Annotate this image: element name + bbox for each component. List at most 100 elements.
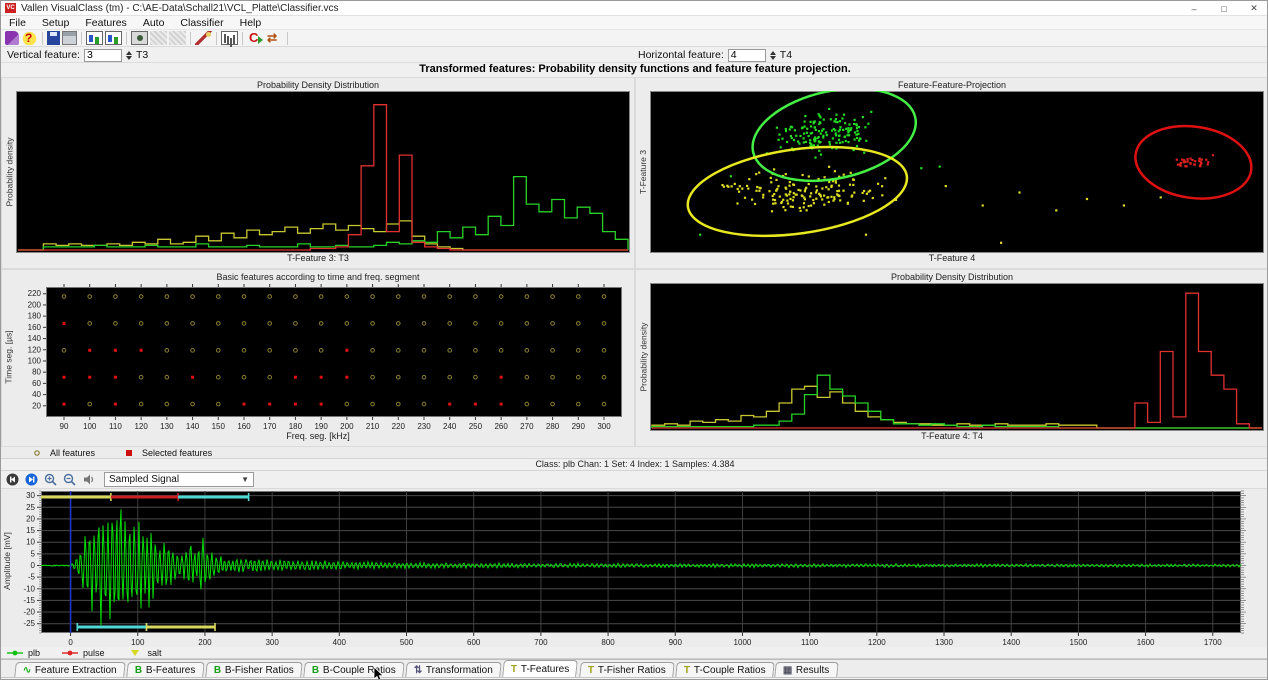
tab-b-couple-ratios[interactable]: BB-Couple Ratios [303,662,405,677]
print-icon[interactable] [62,31,77,45]
svg-text:160: 160 [237,422,251,431]
tab-transformation[interactable]: ⇅ Transformation [405,662,502,677]
prev-set-button[interactable] [5,472,20,487]
audio-icon[interactable] [81,472,96,487]
menu-help[interactable]: Help [232,17,270,29]
horizontal-feature-spinner[interactable] [770,51,776,60]
svg-text:150: 150 [212,422,226,431]
refresh-icon[interactable] [266,31,283,45]
minimize-button[interactable]: – [1179,1,1209,16]
save-icon[interactable] [47,31,60,45]
chevron-down-icon: ▼ [241,475,249,484]
svg-text:190: 190 [314,422,328,431]
svg-text:-25: -25 [23,619,35,628]
svg-text:-15: -15 [23,596,35,605]
waveform-chart[interactable]: 0100200300400500600700800900100011001200… [1,489,1268,647]
toolbar-separator [42,32,43,45]
menu-file[interactable]: File [1,17,34,29]
svg-text:0: 0 [68,638,73,647]
svg-text:200: 200 [198,638,212,647]
menu-features[interactable]: Features [77,17,134,29]
mouse-cursor [373,667,385,680]
pdd-t4-chart [650,283,1264,431]
svg-text:280: 280 [546,422,560,431]
page-title: Transformed features: Probability densit… [1,63,1268,77]
bottom-tab-bar: ∿ Feature Extraction BB-FeaturesBB-Fisher … [1,659,1268,677]
tab-b-fisher-ratios[interactable]: BB-Fisher Ratios [205,662,303,677]
wand-icon[interactable] [195,31,212,45]
ffp-title: Feature-Feature-Projection [636,78,1268,91]
tab-t-features[interactable]: T T-Features [502,660,578,677]
signal-select[interactable]: Sampled Signal ▼ [104,472,254,487]
camera-icon[interactable] [131,31,148,45]
tab-results[interactable]: ▦Results [775,662,839,677]
class-series-legend: plbpulsesalt [1,647,1268,659]
tab-label: T-Features [521,664,569,675]
tab-t-couple-ratios[interactable]: TT-Couple Ratios [675,662,774,677]
waveform-ylabel: Amplitude [mV] [0,489,14,633]
toolbar-separator [81,32,82,45]
book-icon[interactable] [5,31,19,45]
svg-text:290: 290 [572,422,586,431]
pdd-t4-panel: Probability Density Distribution Probabi… [635,269,1268,447]
svg-text:100: 100 [28,356,42,365]
T-tab-icon: T [511,664,517,675]
svg-text:20: 20 [32,401,41,410]
toolbar-separator [242,32,243,45]
graph2-icon[interactable] [105,31,122,45]
close-button[interactable]: ✕ [1239,1,1268,16]
next-set-button[interactable] [24,472,39,487]
window-title: Vallen VisualClass (tm) - C:\AE-Data\Sch… [21,3,339,14]
menu-auto[interactable]: Auto [135,17,173,29]
svg-text:1400: 1400 [1002,638,1020,647]
svg-text:-20: -20 [23,608,35,617]
transform-tab-icon: ⇅ [414,665,422,676]
hist-icon[interactable] [221,31,238,45]
app-window: VC Vallen VisualClass (tm) - C:\AE-Data\… [0,0,1268,680]
segment-grid-ylabel: Time seg. [µs] [2,283,16,431]
toolbar-separator [126,32,127,45]
dis1-icon[interactable] [150,31,167,45]
zoom-out-icon[interactable] [62,472,77,487]
tab-b-features[interactable]: BB-Features [126,662,204,677]
menu-classifier[interactable]: Classifier [172,17,231,29]
tab-t-fisher-ratios[interactable]: TT-Fisher Ratios [579,662,674,677]
wave-tab-icon: ∿ [23,665,31,676]
svg-text:200: 200 [28,300,42,309]
menu-setup[interactable]: Setup [34,17,77,29]
horizontal-feature-input[interactable] [728,49,766,62]
help-icon[interactable] [21,31,38,45]
tab-label: Transformation [426,665,493,676]
B-tab-icon: B [214,665,221,676]
svg-text:400: 400 [333,638,347,647]
ffp-chart [650,91,1264,253]
segment-grid-chart: 9010011012013014015016017018019020021022… [16,283,630,431]
T-tab-icon: T [588,665,594,676]
dis2-icon[interactable] [169,31,186,45]
horizontal-feature-name: T4 [780,49,792,61]
record-icon[interactable] [247,31,264,45]
svg-text:25: 25 [26,503,35,512]
ffp-panel: Feature-Feature-Projection T-Feature 3 T… [635,77,1268,269]
features-legend: All featuresSelected features [1,447,1268,459]
maximize-button[interactable]: □ [1209,1,1239,16]
svg-text:240: 240 [443,422,457,431]
series-legend-salt: salt [127,648,162,658]
title-bar: VC Vallen VisualClass (tm) - C:\AE-Data\… [1,1,1268,16]
svg-text:-10: -10 [23,584,35,593]
svg-text:250: 250 [469,422,483,431]
tab-label: Feature Extraction [35,665,117,676]
feature-selector-row: Vertical feature: T3 Horizontal feature:… [1,47,1268,63]
svg-text:60: 60 [32,379,41,388]
tab-label: B-Couple Ratios [323,665,396,676]
toolbar-separator [287,32,288,45]
vertical-feature-input[interactable] [84,49,122,62]
tab-feature-extraction[interactable]: ∿ Feature Extraction [14,662,126,677]
svg-text:220: 220 [392,422,406,431]
graph1-icon[interactable] [86,31,103,45]
zoom-in-icon[interactable] [43,472,58,487]
svg-text:700: 700 [534,638,548,647]
svg-text:300: 300 [265,638,279,647]
vertical-feature-spinner[interactable] [126,51,132,60]
menu-bar: FileSetupFeaturesAutoClassifierHelp [1,16,1268,30]
